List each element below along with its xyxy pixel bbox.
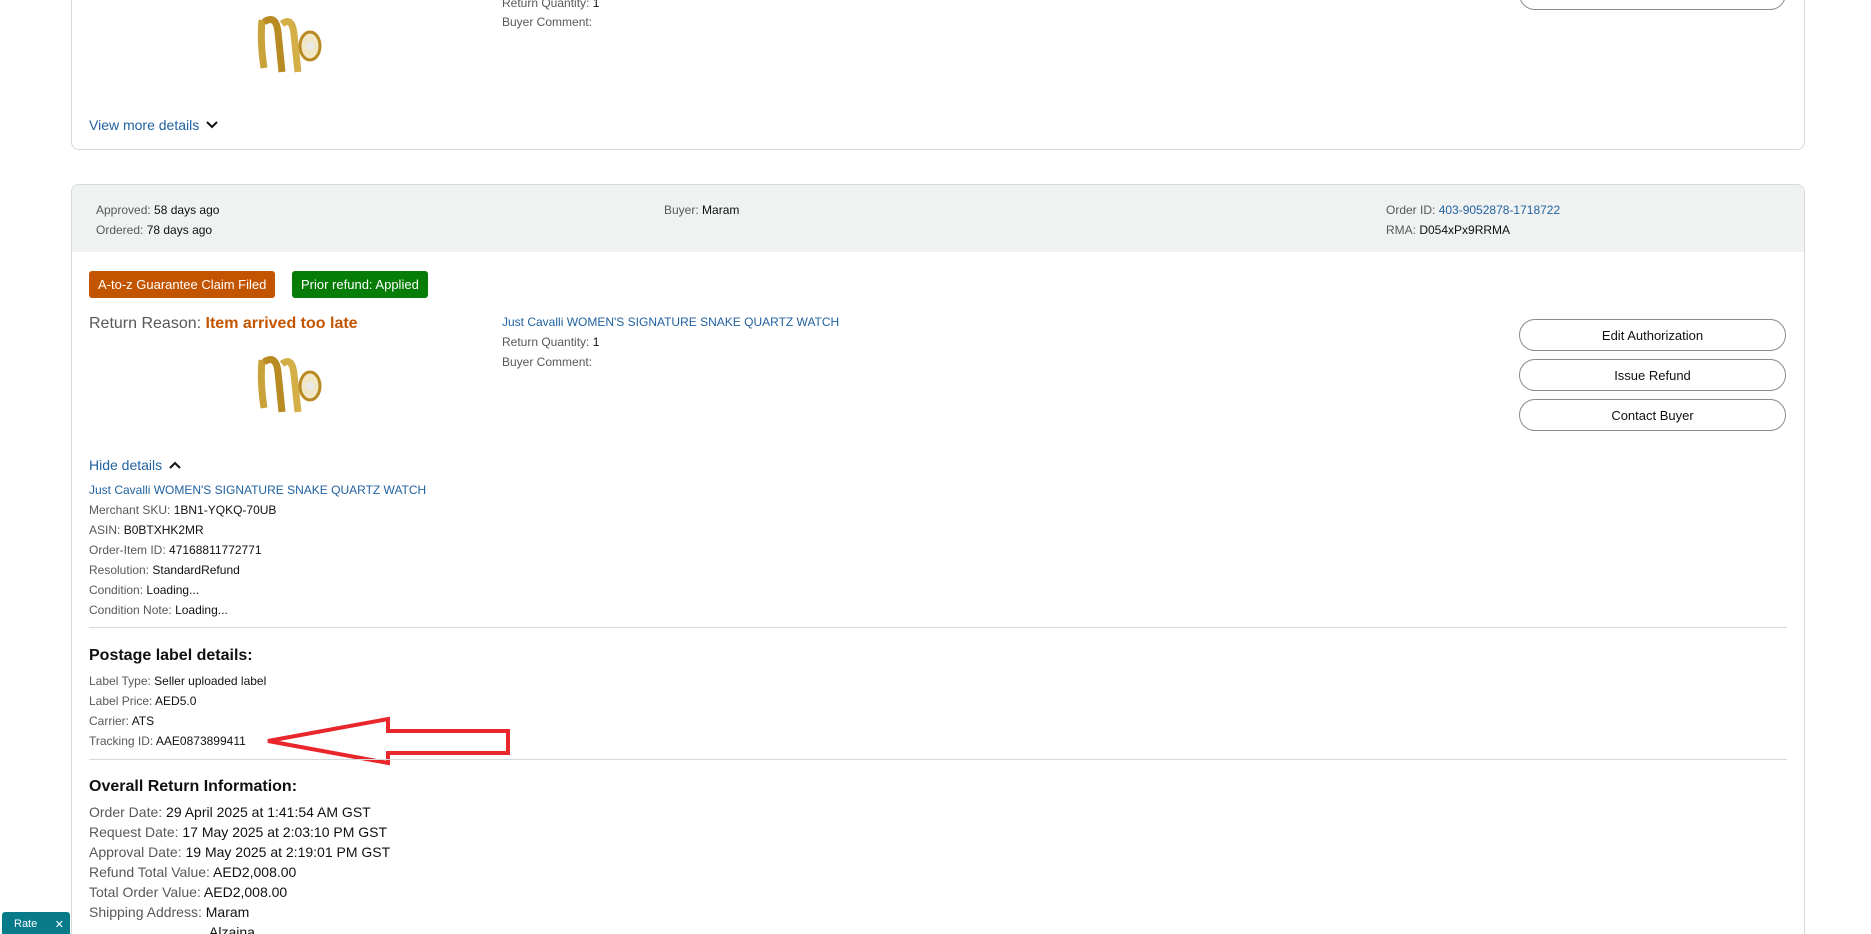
top-buyer-comment: Buyer Comment:	[502, 15, 593, 29]
product-image-watch	[254, 352, 326, 418]
postage-row-label-type: Label Type: Seller uploaded label	[89, 674, 267, 688]
chevron-down-icon	[205, 115, 219, 135]
detail-row-resolution: Resolution: StandardRefund	[89, 563, 240, 577]
postage-list: Label Type: Seller uploaded label Label …	[89, 671, 266, 751]
overall-row-total-order: Total Order Value: AED2,008.00	[89, 884, 288, 900]
approved-info: Approved: 58 days ago	[96, 203, 220, 217]
return-reason: Return Reason: Item arrived too late	[89, 315, 358, 332]
overall-row-request-date: Request Date: 17 May 2025 at 2:03:10 PM …	[89, 824, 388, 840]
order-id-info: Order ID: 403-9052878-1718722	[1386, 203, 1561, 217]
return-reason-value: Item arrived too late	[205, 315, 358, 332]
contact-buyer-button[interactable]: Contact Buyer	[1519, 399, 1786, 431]
detail-row-asin: ASIN: B0BTXHK2MR	[89, 523, 204, 537]
top-action-button-partial[interactable]	[1519, 0, 1786, 10]
overall-row-shipping-address: Shipping Address: Maram	[89, 904, 250, 920]
postage-row-carrier: Carrier: ATS	[89, 714, 155, 728]
overall-row-approval-date: Approval Date: 19 May 2025 at 2:19:01 PM…	[89, 844, 391, 860]
product-title-link[interactable]: Just Cavalli WOMEN'S SIGNATURE SNAKE QUA…	[502, 312, 839, 332]
buyer-info: Buyer: Maram	[664, 203, 740, 217]
chevron-up-icon	[168, 455, 182, 475]
return-quantity: Return Quantity: 1	[502, 335, 600, 349]
view-more-details-link[interactable]: View more details	[89, 115, 219, 135]
a-to-z-claim-badge: A-to-z Guarantee Claim Filed	[89, 271, 276, 298]
overall-list: Order Date: 29 April 2025 at 1:41:54 AM …	[89, 802, 390, 934]
previous-return-card	[71, 0, 1805, 150]
overall-row-order-date: Order Date: 29 April 2025 at 1:41:54 AM …	[89, 804, 371, 820]
rate-feedback-tab[interactable]: Rate ✕	[2, 912, 70, 934]
overall-heading: Overall Return Information:	[89, 778, 298, 795]
details-product-link[interactable]: Just Cavalli WOMEN'S SIGNATURE SNAKE QUA…	[89, 480, 426, 500]
order-id-link[interactable]: 403-9052878-1718722	[1439, 203, 1560, 217]
issue-refund-button[interactable]: Issue Refund	[1519, 359, 1786, 391]
overall-row-refund-total: Refund Total Value: AED2,008.00	[89, 864, 297, 880]
detail-row-condition-note: Condition Note: Loading...	[89, 603, 228, 617]
detail-row-order-item-id: Order-Item ID: 47168811772771	[89, 543, 262, 557]
buyer-comment: Buyer Comment:	[502, 355, 593, 369]
hide-details-link[interactable]: Hide details	[89, 455, 182, 475]
divider	[89, 759, 1787, 760]
details-list: Merchant SKU: 1BN1-YQKQ-70UB ASIN: B0BTX…	[89, 500, 276, 620]
postage-heading: Postage label details:	[89, 647, 253, 664]
edit-authorization-button[interactable]: Edit Authorization	[1519, 319, 1786, 351]
prior-refund-badge: Prior refund: Applied	[292, 271, 428, 298]
rate-label: Rate	[14, 918, 38, 930]
ordered-info: Ordered: 78 days ago	[96, 223, 213, 237]
detail-row-sku: Merchant SKU: 1BN1-YQKQ-70UB	[89, 503, 277, 517]
product-image-watch	[254, 12, 326, 78]
close-icon[interactable]: ✕	[55, 918, 64, 931]
postage-row-label-price: Label Price: AED5.0	[89, 694, 197, 708]
shipping-address-line: Alzaina	[209, 924, 255, 934]
postage-row-tracking-id: Tracking ID: AAE0873899411	[89, 734, 246, 748]
divider	[89, 627, 1787, 628]
rma-info: RMA: D054xPx9RRMA	[1386, 223, 1511, 237]
detail-row-condition: Condition: Loading...	[89, 583, 200, 597]
